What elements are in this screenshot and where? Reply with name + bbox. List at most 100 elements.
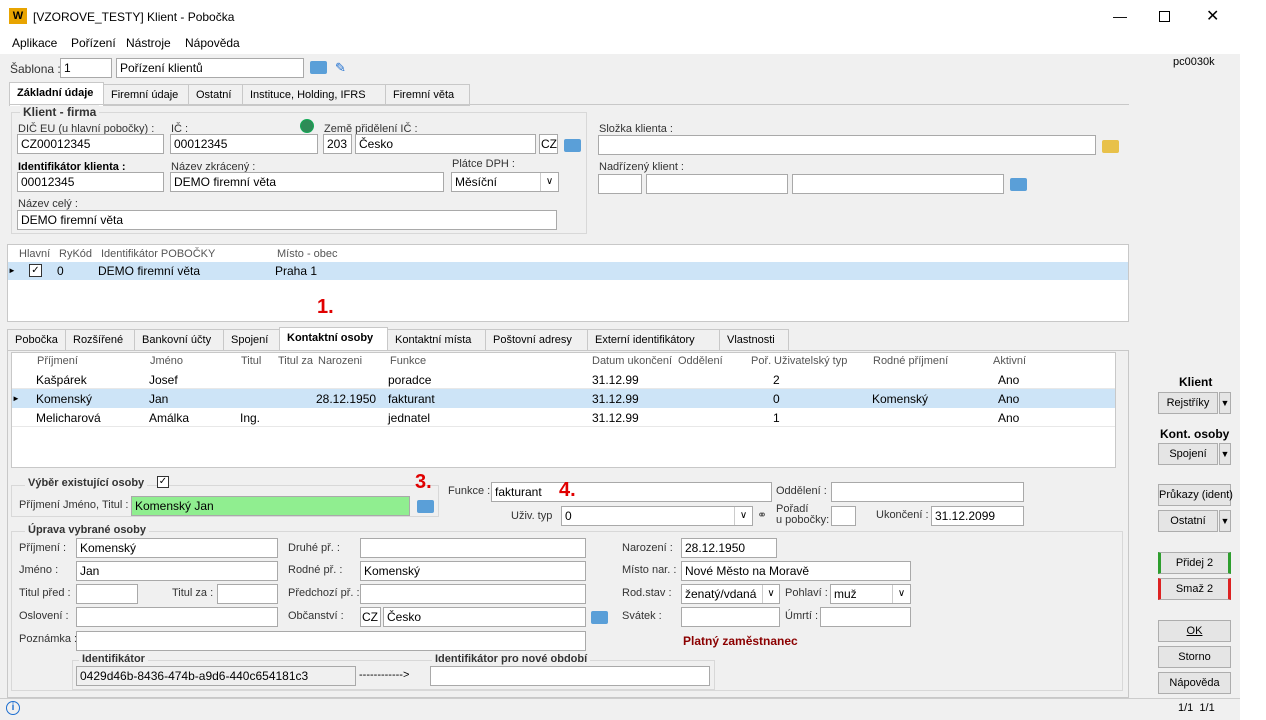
chevron-down-icon[interactable]: ∨ — [734, 507, 752, 525]
tab-firemni-veta[interactable]: Firemní věta — [385, 84, 470, 106]
parent-input-3[interactable] — [792, 174, 1004, 194]
second-name-input[interactable] — [360, 538, 586, 558]
maiden-name-input[interactable]: Komenský — [360, 561, 586, 581]
chevron-down-icon[interactable]: ∨ — [762, 585, 779, 603]
tab-ostatni[interactable]: Ostatní — [188, 84, 243, 106]
template-name-input[interactable]: Pořízení klientů — [116, 58, 304, 78]
open-folder-icon[interactable] — [417, 500, 434, 513]
window-title: [VZOROVE_TESTY] Klient - Pobočka — [33, 10, 235, 24]
tab-rozsirene[interactable]: Rozšířené — [65, 329, 135, 351]
salutation-input[interactable] — [76, 607, 278, 627]
short-name-input[interactable]: DEMO firemní věta — [170, 172, 444, 192]
chevron-down-icon[interactable]: ∨ — [540, 173, 558, 191]
main-checkbox[interactable]: ✓ — [29, 264, 42, 277]
prev-name-label: Předchozí př. : — [288, 587, 360, 599]
holiday-input[interactable] — [681, 607, 780, 627]
tab-spojeni[interactable]: Spojení — [223, 329, 280, 351]
other-button[interactable]: Ostatní — [1158, 510, 1218, 532]
registers-button[interactable]: Rejstříky — [1158, 392, 1218, 414]
parent-input-1[interactable] — [598, 174, 642, 194]
menu-nastroje[interactable]: Nástroje — [126, 36, 171, 50]
order-input[interactable] — [831, 506, 856, 526]
title-after-input[interactable] — [217, 584, 278, 604]
row-pointer-icon: ► — [8, 266, 16, 275]
other-dropdown-icon[interactable]: ▼ — [1219, 510, 1231, 532]
pencil-icon[interactable]: ✎ — [335, 60, 346, 76]
citizenship-input[interactable]: Česko — [383, 607, 586, 627]
citizenship-iso-input[interactable]: CZ — [360, 607, 381, 627]
menu-bar: Aplikace Pořízení Nástroje Nápověda — [0, 32, 1240, 54]
globe-icon[interactable] — [300, 119, 314, 133]
title-before-input[interactable] — [76, 584, 138, 604]
open-folder-icon[interactable] — [591, 611, 608, 624]
note-label: Poznámka : — [19, 633, 78, 645]
tab-externi-identifikatory[interactable]: Externí identifikátory — [587, 329, 720, 351]
country-iso-input[interactable]: CZ — [539, 134, 558, 154]
full-name-input[interactable]: DEMO firemní věta — [17, 210, 557, 230]
menu-napoveda[interactable]: Nápověda — [185, 36, 240, 50]
client-id-input[interactable]: 00012345 — [17, 172, 164, 192]
birth-place-input[interactable]: Nové Město na Moravě — [681, 561, 911, 581]
help-button[interactable]: Nápověda — [1158, 672, 1231, 694]
tab-vlastnosti[interactable]: Vlastnosti — [719, 329, 789, 351]
birth-input[interactable]: 28.12.1950 — [681, 538, 777, 558]
tab-kontaktni-osoby[interactable]: Kontaktní osoby — [279, 327, 388, 351]
cancel-button[interactable]: Storno — [1158, 646, 1231, 668]
maximize-icon[interactable] — [1159, 11, 1170, 22]
registers-dropdown-icon[interactable]: ▼ — [1219, 392, 1231, 414]
client-firm-title: Klient - firma — [20, 105, 100, 119]
open-folder-icon[interactable] — [1010, 178, 1027, 191]
dic-input[interactable]: CZ00012345 — [17, 134, 164, 154]
menu-porizeni[interactable]: Pořízení — [71, 36, 116, 50]
folder-icon[interactable] — [1102, 140, 1119, 153]
ok-button[interactable]: OK — [1158, 620, 1231, 642]
form-code: pc0030k — [1173, 56, 1215, 68]
parent-input-2[interactable] — [646, 174, 788, 194]
ic-input[interactable]: 00012345 — [170, 134, 318, 154]
table-row-selected[interactable] — [12, 389, 1115, 408]
col-datum-ukonceni: Datum ukončení — [592, 355, 673, 367]
info-icon[interactable]: i — [6, 701, 20, 715]
close-icon[interactable]: ✕ — [1206, 6, 1219, 26]
delete-button[interactable]: Smaž 2 — [1158, 578, 1231, 600]
open-folder-icon[interactable] — [564, 139, 581, 152]
open-folder-icon[interactable] — [310, 61, 327, 74]
add-button[interactable]: Přidej 2 — [1158, 552, 1231, 574]
tab-postovni-adresy[interactable]: Poštovní adresy — [485, 329, 588, 351]
template-number-input[interactable]: 1 — [60, 58, 112, 78]
prev-name-input[interactable] — [360, 584, 586, 604]
select-person-checkbox[interactable]: ✓ — [157, 476, 169, 488]
birth-place-label: Místo nar. : — [622, 564, 677, 576]
chevron-down-icon[interactable]: ∨ — [892, 585, 910, 603]
minimize-icon[interactable]: — — [1113, 8, 1127, 24]
id-cards-button[interactable]: Průkazy (ident) — [1158, 484, 1233, 506]
col-funkce: Funkce — [390, 355, 427, 367]
dept-input[interactable] — [831, 482, 1024, 502]
tab-pobocka[interactable]: Pobočka — [7, 329, 66, 351]
tab-zakladni-udaje[interactable]: Základní údaje — [9, 82, 104, 106]
col-rodne-prijmeni: Rodné příjmení — [873, 355, 949, 367]
menu-aplikace[interactable]: Aplikace — [12, 36, 57, 50]
death-input[interactable] — [820, 607, 911, 627]
first-name-input[interactable]: Jan — [76, 561, 278, 581]
select-person-input[interactable]: Komenský Jan — [131, 496, 410, 516]
last-name-input[interactable]: Komenský — [76, 538, 278, 558]
end-input[interactable]: 31.12.2099 — [931, 506, 1024, 526]
link-icon[interactable]: ⚭ — [757, 508, 767, 522]
links-button[interactable]: Spojení — [1158, 443, 1218, 465]
identifier-title: Identifikátor — [79, 653, 148, 665]
tab-instituce[interactable]: Instituce, Holding, IFRS — [242, 84, 386, 106]
func-input[interactable]: fakturant — [491, 482, 772, 502]
tab-firemni-udaje[interactable]: Firemní údaje — [103, 84, 189, 106]
links-dropdown-icon[interactable]: ▼ — [1219, 443, 1231, 465]
tab-kontaktni-mista[interactable]: Kontaktní místa — [387, 329, 486, 351]
tab-bankovni-ucty[interactable]: Bankovní účty — [134, 329, 224, 351]
country-name-input[interactable]: Česko — [355, 134, 536, 154]
cell-birth: 28.12.1950 — [316, 392, 377, 406]
user-type-select[interactable]: 0 — [561, 506, 753, 526]
country-code-input[interactable]: 203 — [323, 134, 352, 154]
note-input[interactable] — [76, 631, 586, 651]
folder-input[interactable] — [598, 135, 1096, 155]
col-place: Místo - obec — [277, 248, 338, 260]
identifier-new-input[interactable] — [430, 666, 710, 686]
